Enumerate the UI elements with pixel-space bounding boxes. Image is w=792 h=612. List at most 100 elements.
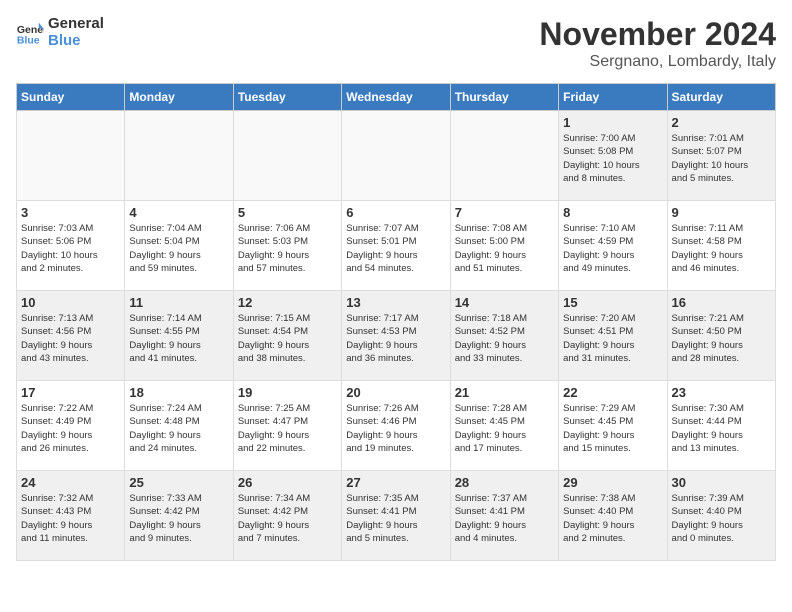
calendar-cell: 3 Sunrise: 7:03 AM Sunset: 5:06 PM Daylig…	[17, 201, 125, 291]
day-info: Sunrise: 7:04 AM Sunset: 5:04 PM Dayligh…	[129, 222, 228, 275]
day-number: 7	[455, 205, 554, 220]
calendar-cell: 8 Sunrise: 7:10 AM Sunset: 4:59 PM Daylig…	[559, 201, 667, 291]
day-info: Sunrise: 7:17 AM Sunset: 4:53 PM Dayligh…	[346, 312, 445, 365]
calendar-cell: 12 Sunrise: 7:15 AM Sunset: 4:54 PM Dayli…	[233, 291, 341, 381]
calendar-cell: 27 Sunrise: 7:35 AM Sunset: 4:41 PM Dayli…	[342, 471, 450, 561]
calendar-cell: 13 Sunrise: 7:17 AM Sunset: 4:53 PM Dayli…	[342, 291, 450, 381]
calendar-cell: 18 Sunrise: 7:24 AM Sunset: 4:48 PM Dayli…	[125, 381, 233, 471]
day-info: Sunrise: 7:38 AM Sunset: 4:40 PM Dayligh…	[563, 492, 662, 545]
calendar-cell: 23 Sunrise: 7:30 AM Sunset: 4:44 PM Dayli…	[667, 381, 775, 471]
day-number: 21	[455, 385, 554, 400]
day-number: 27	[346, 475, 445, 490]
day-number: 23	[672, 385, 771, 400]
day-info: Sunrise: 7:03 AM Sunset: 5:06 PM Dayligh…	[21, 222, 120, 275]
day-number: 10	[21, 295, 120, 310]
calendar-cell: 28 Sunrise: 7:37 AM Sunset: 4:41 PM Dayli…	[450, 471, 558, 561]
day-number: 25	[129, 475, 228, 490]
day-number: 24	[21, 475, 120, 490]
calendar-table: SundayMondayTuesdayWednesdayThursdayFrid…	[16, 83, 776, 561]
day-number: 3	[21, 205, 120, 220]
day-info: Sunrise: 7:30 AM Sunset: 4:44 PM Dayligh…	[672, 402, 771, 455]
calendar-cell: 30Sunrise: 7:39 AM Sunset: 4:40 PM Dayli…	[667, 471, 775, 561]
calendar-cell: 1 Sunrise: 7:00 AM Sunset: 5:08 PM Daylig…	[559, 111, 667, 201]
day-number: 11	[129, 295, 228, 310]
calendar-cell: 9Sunrise: 7:11 AM Sunset: 4:58 PM Daylig…	[667, 201, 775, 291]
day-number: 4	[129, 205, 228, 220]
calendar-cell: 4 Sunrise: 7:04 AM Sunset: 5:04 PM Daylig…	[125, 201, 233, 291]
calendar-cell: 5Sunrise: 7:06 AM Sunset: 5:03 PM Daylig…	[233, 201, 341, 291]
calendar-cell: 20 Sunrise: 7:26 AM Sunset: 4:46 PM Dayli…	[342, 381, 450, 471]
logo-icon: General Blue	[16, 19, 44, 47]
title-area: November 2024 Sergnano, Lombardy, Italy	[539, 16, 776, 71]
weekday-header-saturday: Saturday	[667, 84, 775, 111]
day-number: 5	[238, 205, 337, 220]
header: General Blue General Blue November 2024 …	[16, 16, 776, 71]
calendar-cell	[342, 111, 450, 201]
calendar-cell: 16Sunrise: 7:21 AM Sunset: 4:50 PM Dayli…	[667, 291, 775, 381]
weekday-header-sunday: Sunday	[17, 84, 125, 111]
calendar-cell: 25 Sunrise: 7:33 AM Sunset: 4:42 PM Dayli…	[125, 471, 233, 561]
calendar-cell: 14Sunrise: 7:18 AM Sunset: 4:52 PM Dayli…	[450, 291, 558, 381]
weekday-header-wednesday: Wednesday	[342, 84, 450, 111]
day-number: 16	[672, 295, 771, 310]
day-info: Sunrise: 7:28 AM Sunset: 4:45 PM Dayligh…	[455, 402, 554, 455]
logo-general-text: General	[48, 16, 104, 33]
day-number: 6	[346, 205, 445, 220]
day-number: 29	[563, 475, 662, 490]
day-info: Sunrise: 7:39 AM Sunset: 4:40 PM Dayligh…	[672, 492, 771, 545]
weekday-header-tuesday: Tuesday	[233, 84, 341, 111]
day-number: 9	[672, 205, 771, 220]
day-info: Sunrise: 7:10 AM Sunset: 4:59 PM Dayligh…	[563, 222, 662, 275]
month-title: November 2024	[539, 16, 776, 53]
day-number: 15	[563, 295, 662, 310]
day-info: Sunrise: 7:35 AM Sunset: 4:41 PM Dayligh…	[346, 492, 445, 545]
day-number: 20	[346, 385, 445, 400]
day-info: Sunrise: 7:07 AM Sunset: 5:01 PM Dayligh…	[346, 222, 445, 275]
day-info: Sunrise: 7:13 AM Sunset: 4:56 PM Dayligh…	[21, 312, 120, 365]
weekday-header-thursday: Thursday	[450, 84, 558, 111]
day-info: Sunrise: 7:33 AM Sunset: 4:42 PM Dayligh…	[129, 492, 228, 545]
calendar-cell: 2Sunrise: 7:01 AM Sunset: 5:07 PM Daylig…	[667, 111, 775, 201]
day-info: Sunrise: 7:15 AM Sunset: 4:54 PM Dayligh…	[238, 312, 337, 365]
calendar-cell: 21 Sunrise: 7:28 AM Sunset: 4:45 PM Dayli…	[450, 381, 558, 471]
day-info: Sunrise: 7:25 AM Sunset: 4:47 PM Dayligh…	[238, 402, 337, 455]
day-number: 18	[129, 385, 228, 400]
calendar-cell: 11 Sunrise: 7:14 AM Sunset: 4:55 PM Dayli…	[125, 291, 233, 381]
day-info: Sunrise: 7:00 AM Sunset: 5:08 PM Dayligh…	[563, 132, 662, 185]
weekday-header-friday: Friday	[559, 84, 667, 111]
day-info: Sunrise: 7:24 AM Sunset: 4:48 PM Dayligh…	[129, 402, 228, 455]
calendar-cell: 26 Sunrise: 7:34 AM Sunset: 4:42 PM Dayli…	[233, 471, 341, 561]
calendar-cell	[450, 111, 558, 201]
weekday-header-monday: Monday	[125, 84, 233, 111]
day-number: 19	[238, 385, 337, 400]
day-number: 1	[563, 115, 662, 130]
day-info: Sunrise: 7:22 AM Sunset: 4:49 PM Dayligh…	[21, 402, 120, 455]
day-number: 28	[455, 475, 554, 490]
day-info: Sunrise: 7:26 AM Sunset: 4:46 PM Dayligh…	[346, 402, 445, 455]
day-number: 13	[346, 295, 445, 310]
day-info: Sunrise: 7:14 AM Sunset: 4:55 PM Dayligh…	[129, 312, 228, 365]
calendar-cell: 6 Sunrise: 7:07 AM Sunset: 5:01 PM Daylig…	[342, 201, 450, 291]
day-number: 14	[455, 295, 554, 310]
day-info: Sunrise: 7:37 AM Sunset: 4:41 PM Dayligh…	[455, 492, 554, 545]
svg-text:Blue: Blue	[17, 34, 40, 46]
day-number: 2	[672, 115, 771, 130]
calendar-cell	[17, 111, 125, 201]
calendar-cell	[125, 111, 233, 201]
day-info: Sunrise: 7:29 AM Sunset: 4:45 PM Dayligh…	[563, 402, 662, 455]
calendar-cell: 7 Sunrise: 7:08 AM Sunset: 5:00 PM Daylig…	[450, 201, 558, 291]
logo-blue-text: Blue	[48, 33, 104, 50]
calendar-cell	[233, 111, 341, 201]
calendar-cell: 10 Sunrise: 7:13 AM Sunset: 4:56 PM Dayli…	[17, 291, 125, 381]
day-number: 8	[563, 205, 662, 220]
day-info: Sunrise: 7:08 AM Sunset: 5:00 PM Dayligh…	[455, 222, 554, 275]
day-number: 12	[238, 295, 337, 310]
day-info: Sunrise: 7:32 AM Sunset: 4:43 PM Dayligh…	[21, 492, 120, 545]
calendar-cell: 29 Sunrise: 7:38 AM Sunset: 4:40 PM Dayli…	[559, 471, 667, 561]
day-number: 22	[563, 385, 662, 400]
day-number: 26	[238, 475, 337, 490]
day-info: Sunrise: 7:34 AM Sunset: 4:42 PM Dayligh…	[238, 492, 337, 545]
calendar-cell: 22 Sunrise: 7:29 AM Sunset: 4:45 PM Dayli…	[559, 381, 667, 471]
calendar-cell: 24 Sunrise: 7:32 AM Sunset: 4:43 PM Dayli…	[17, 471, 125, 561]
calendar-cell: 15Sunrise: 7:20 AM Sunset: 4:51 PM Dayli…	[559, 291, 667, 381]
